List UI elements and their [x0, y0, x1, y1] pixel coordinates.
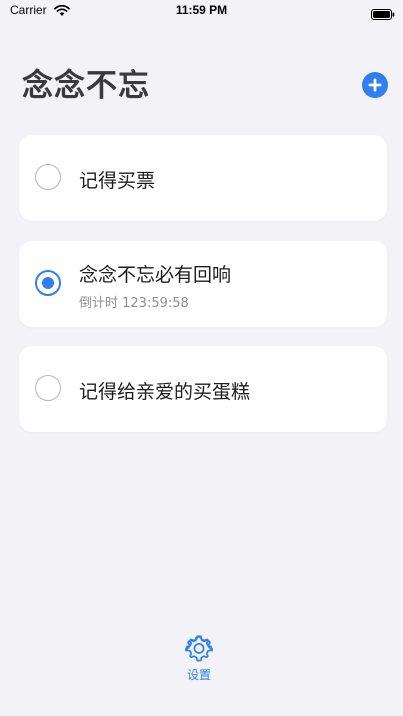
todo-item[interactable]: 记得买票 [19, 135, 387, 221]
tab-settings-label: 设置 [186, 668, 211, 682]
todo-title: 记得买票 [79, 170, 156, 192]
battery-icon [371, 5, 395, 20]
todo-title: 念念不忘必有回响 [79, 264, 232, 286]
todo-checkbox-checked[interactable] [35, 270, 61, 296]
todo-checkbox[interactable] [35, 375, 61, 401]
todo-item[interactable]: 念念不忘必有回响 倒计时 123:59:58 [19, 241, 387, 327]
page-title: 念念不忘 [22, 68, 150, 104]
add-button[interactable] [362, 72, 388, 98]
todo-title: 记得给亲爱的买蛋糕 [79, 381, 251, 403]
todo-item[interactable]: 记得给亲爱的买蛋糕 [19, 346, 387, 432]
gear-icon [185, 634, 213, 662]
todo-checkbox[interactable] [35, 164, 61, 190]
todo-countdown: 倒计时 123:59:58 [79, 296, 189, 311]
tab-settings[interactable]: 设置 [176, 632, 222, 684]
plus-circle-icon [368, 78, 382, 92]
status-time: 11:59 PM [175, 3, 228, 17]
status-bar: Carrier 11:59 PM [0, 0, 403, 22]
